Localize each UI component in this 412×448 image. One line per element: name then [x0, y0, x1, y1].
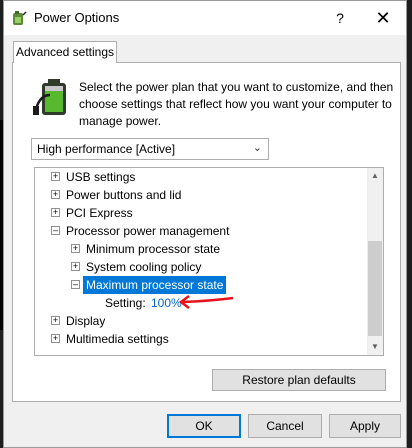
tree-item-label: PCI Express [66, 206, 133, 220]
expand-icon[interactable]: + [51, 208, 60, 217]
tab-advanced-settings[interactable]: Advanced settings [13, 41, 117, 63]
power-plan-select[interactable]: High performance [Active] ⌄ [31, 138, 269, 160]
help-button[interactable]: ? [329, 7, 351, 29]
collapse-icon[interactable]: – [51, 226, 60, 235]
expand-icon[interactable]: + [51, 172, 60, 181]
tree-item-label: Processor power management [66, 224, 230, 238]
expand-icon[interactable]: + [51, 190, 60, 199]
red-arrow-annotation [178, 295, 234, 309]
expand-icon[interactable]: + [71, 244, 80, 253]
collapse-icon[interactable]: – [71, 280, 80, 289]
scroll-up-icon[interactable]: ▲ [367, 168, 383, 184]
scrollbar-thumb[interactable] [368, 241, 382, 336]
scroll-down-icon[interactable]: ▼ [367, 339, 383, 355]
tree-item-label: Minimum processor state [86, 242, 221, 256]
ok-button[interactable]: OK [167, 414, 241, 438]
plan-select-value: High performance [Active] [37, 142, 176, 156]
restore-plan-defaults-button[interactable]: Restore plan defaults [212, 369, 386, 391]
expand-icon[interactable]: + [51, 334, 60, 343]
apply-button[interactable]: Apply [329, 414, 401, 438]
power-options-dialog: Power Options ? ✕ Advanced settings Sele… [3, 0, 407, 448]
tree-item-label: Display [66, 314, 106, 328]
tree-item-label: Power buttons and lid [66, 188, 182, 202]
cancel-button[interactable]: Cancel [248, 414, 322, 438]
tree-scrollbar[interactable]: ▲ ▼ [367, 168, 383, 355]
window-title: Power Options [34, 10, 120, 25]
close-button[interactable]: ✕ [372, 7, 394, 29]
settings-tree[interactable]: + USB settings + Power buttons and lid +… [34, 167, 384, 356]
setting-label: Setting: [105, 296, 146, 310]
title-bar: Power Options ? ✕ [4, 1, 406, 35]
advanced-settings-panel: Select the power plan that you want to c… [12, 62, 401, 402]
chevron-down-icon[interactable]: ⌄ [253, 141, 262, 154]
expand-icon[interactable]: + [51, 316, 60, 325]
expand-icon[interactable]: + [71, 262, 80, 271]
tree-item-label: Multimedia settings [66, 332, 169, 346]
tree-item-label: USB settings [66, 170, 136, 184]
tree-item-label: System cooling policy [86, 260, 202, 274]
battery-plan-icon [33, 79, 66, 115]
power-options-icon [13, 11, 27, 25]
intro-text: Select the power plan that you want to c… [79, 80, 394, 128]
